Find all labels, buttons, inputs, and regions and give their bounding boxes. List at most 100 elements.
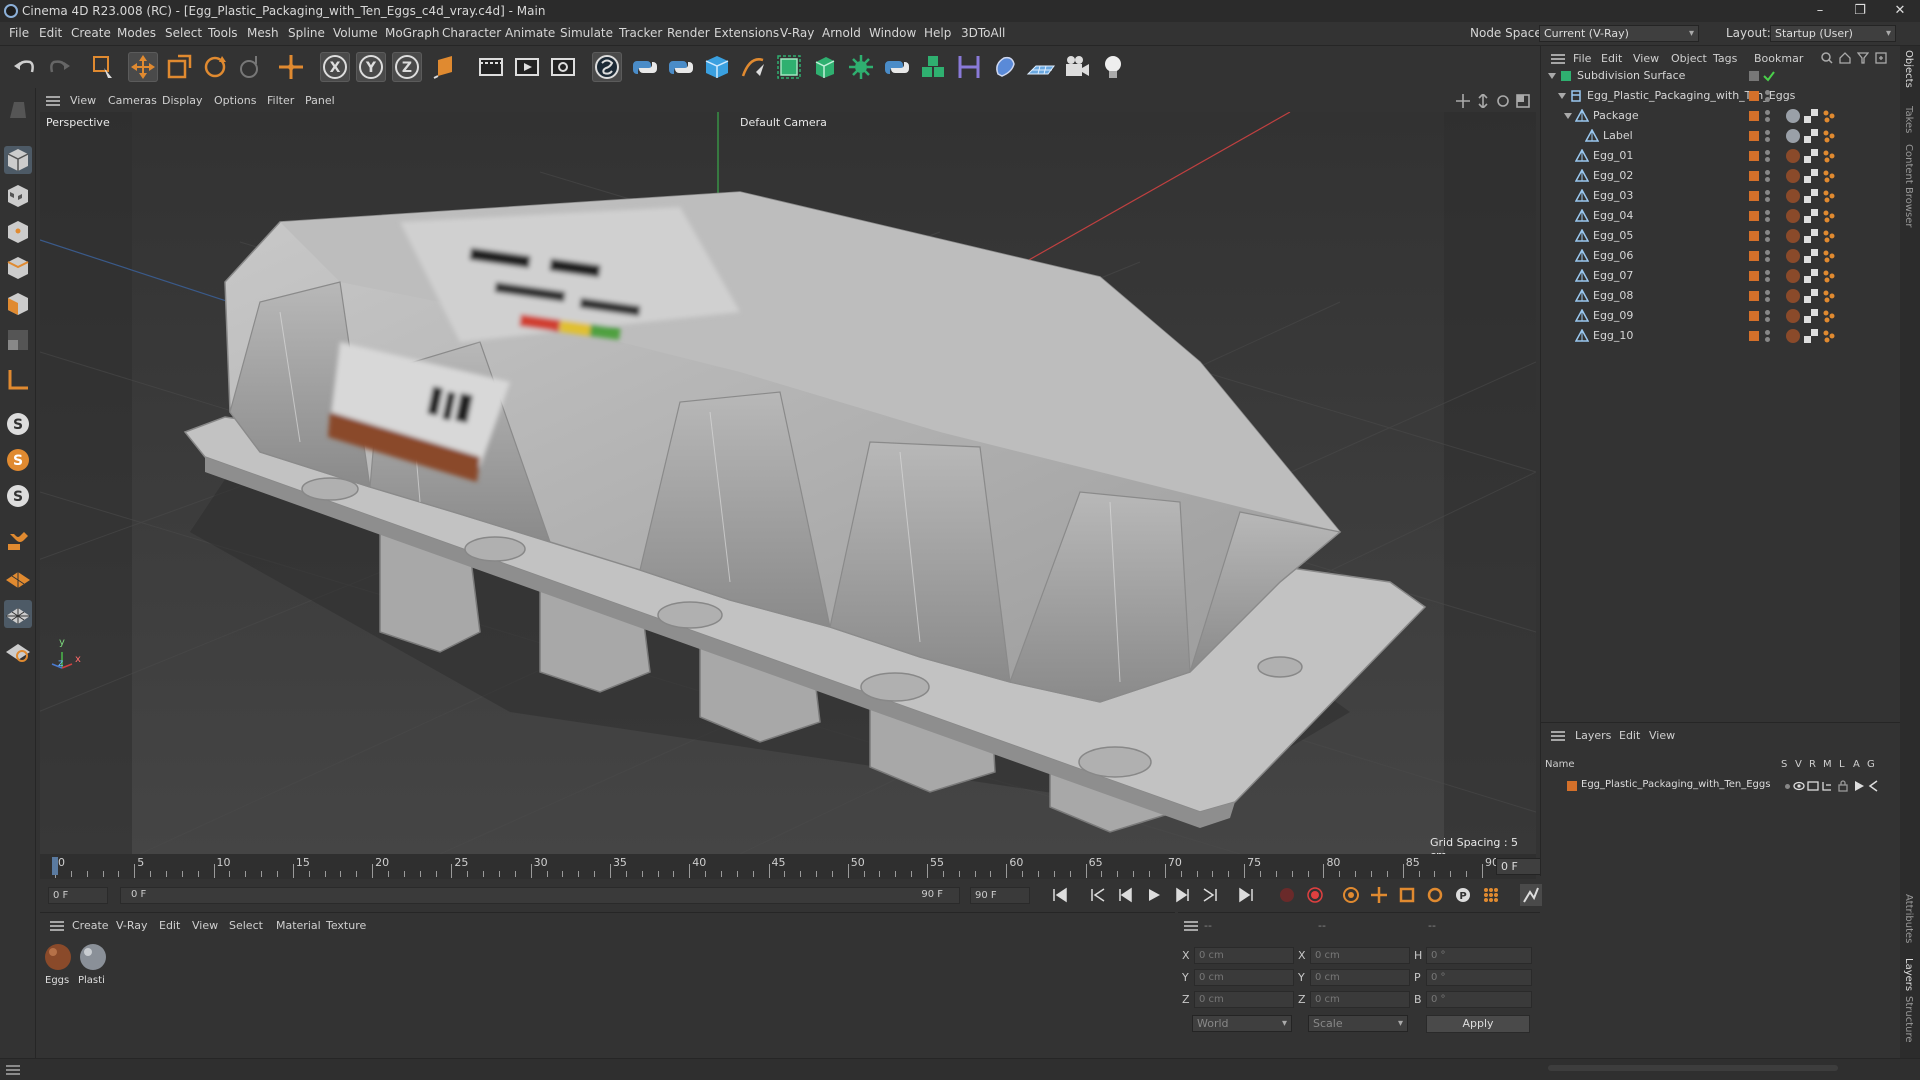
deformer-bend-icon[interactable]: [954, 52, 984, 82]
material-tag-icon[interactable]: [1785, 328, 1801, 344]
rotation-p-field[interactable]: 0 °: [1426, 969, 1532, 986]
panel-menu-icon[interactable]: [46, 96, 60, 106]
close-button[interactable]: ✕: [1880, 0, 1920, 22]
menu-3dtoall[interactable]: 3DToAll: [961, 26, 1005, 40]
rotate-view-icon[interactable]: [1496, 94, 1510, 108]
go-to-end-icon[interactable]: [1238, 887, 1254, 903]
menu-character[interactable]: Character: [442, 26, 501, 40]
material-tag-icon[interactable]: [1785, 248, 1801, 264]
workplane-icon[interactable]: [4, 564, 32, 592]
scale-tool-icon[interactable]: [164, 52, 194, 82]
layers-menu-layers[interactable]: Layers: [1575, 729, 1611, 742]
material-menu-material[interactable]: Material: [276, 919, 321, 932]
object-row[interactable]: Egg_04: [1541, 206, 1901, 226]
rotation-b-field[interactable]: 0 °: [1426, 991, 1532, 1008]
editor-visibility-dot[interactable]: [1765, 150, 1770, 155]
render-picture-viewer-icon[interactable]: [512, 52, 542, 82]
status-menu-icon[interactable]: [6, 1065, 20, 1075]
viewport-camera-name[interactable]: Default Camera: [740, 116, 827, 129]
material-tag-icon[interactable]: [1785, 228, 1801, 244]
render-visibility-dot[interactable]: [1765, 137, 1770, 142]
field-icon[interactable]: [990, 52, 1020, 82]
point-level-animation-icon[interactable]: [1482, 886, 1500, 904]
layer-color-swatch[interactable]: [1749, 111, 1759, 121]
position-x-field[interactable]: 0 cm: [1194, 947, 1294, 964]
collapse-arrow-icon[interactable]: [1547, 71, 1557, 81]
coordinate-system-icon[interactable]: [430, 52, 460, 82]
uvw-tag-icon[interactable]: [1803, 308, 1819, 324]
object-menu-object[interactable]: Object: [1671, 52, 1707, 65]
search-icon[interactable]: [1821, 52, 1833, 64]
editor-visibility-dot[interactable]: [1765, 230, 1770, 235]
scale-key-icon[interactable]: [1398, 886, 1416, 904]
previous-key-icon[interactable]: [1090, 887, 1106, 903]
viewport-menu-view[interactable]: View: [70, 94, 96, 107]
uvw-tag-icon[interactable]: [1803, 248, 1819, 264]
menu-help[interactable]: Help: [924, 26, 951, 40]
previous-frame-icon[interactable]: [1118, 887, 1134, 903]
render-visibility-dot[interactable]: [1765, 337, 1770, 342]
locked-workplane-icon[interactable]: [4, 636, 32, 664]
start-frame-field[interactable]: 0 F: [48, 887, 108, 904]
menu-extensions[interactable]: Extensions: [714, 26, 779, 40]
menu-edit[interactable]: Edit: [39, 26, 62, 40]
snap-settings-icon[interactable]: S: [4, 446, 32, 474]
edges-mode-icon[interactable]: [4, 254, 32, 282]
material-menu-texture[interactable]: Texture: [326, 919, 366, 932]
viewport-menu-panel[interactable]: Panel: [305, 94, 335, 107]
object-row[interactable]: Egg_06: [1541, 246, 1901, 266]
object-row[interactable]: Egg_02: [1541, 166, 1901, 186]
render-settings-icon[interactable]: [548, 52, 578, 82]
transform-tool-icon[interactable]: [276, 52, 306, 82]
material-eggs[interactable]: Eggs: [42, 941, 74, 991]
menu-arnold[interactable]: Arnold: [822, 26, 861, 40]
editor-visibility-dot[interactable]: [1765, 90, 1770, 95]
object-row[interactable]: Package: [1541, 106, 1901, 126]
layers-menu-view[interactable]: View: [1649, 729, 1675, 742]
tab-content-browser[interactable]: Content Browser: [1903, 144, 1914, 227]
tab-layers[interactable]: Layers: [1903, 958, 1914, 991]
uvw-tag-icon[interactable]: [1803, 168, 1819, 184]
menu-create[interactable]: Create: [71, 26, 111, 40]
motion-system-icon[interactable]: [1520, 884, 1542, 906]
floor-environment-icon[interactable]: [1026, 52, 1056, 82]
tab-objects[interactable]: Objects: [1903, 50, 1914, 88]
layer-solo-toggle[interactable]: [1785, 784, 1790, 789]
editor-visibility-dot[interactable]: [1765, 170, 1770, 175]
layer-color-swatch[interactable]: [1749, 91, 1759, 101]
axis-mode-icon[interactable]: [4, 366, 32, 394]
object-row-egg-packaging[interactable]: Egg_Plastic_Packaging_with_Ten_Eggs: [1541, 86, 1901, 106]
pen-spline-icon[interactable]: [738, 52, 768, 82]
recent-tool-icon[interactable]: [236, 52, 266, 82]
frame-range-slider[interactable]: 0 F 90 F: [120, 887, 960, 904]
material-tag-icon[interactable]: [1785, 208, 1801, 224]
editor-visibility-dot[interactable]: [1765, 190, 1770, 195]
render-visibility-dot[interactable]: [1765, 177, 1770, 182]
editor-visibility-dot[interactable]: [1765, 290, 1770, 295]
render-visibility-dot[interactable]: [1765, 257, 1770, 262]
z-axis-lock-icon[interactable]: Z: [392, 52, 422, 82]
viewport-menu-filter[interactable]: Filter: [267, 94, 294, 107]
workplane-snap-icon[interactable]: S: [4, 482, 32, 510]
phong-tag-icon[interactable]: [1821, 128, 1837, 144]
size-y-field[interactable]: 0 cm: [1310, 969, 1410, 986]
material-menu-edit[interactable]: Edit: [159, 919, 180, 932]
layer-color-swatch[interactable]: [1749, 271, 1759, 281]
coordinate-scale-select[interactable]: Scale: [1308, 1015, 1408, 1032]
layer-color-swatch[interactable]: [1749, 331, 1759, 341]
collapse-arrow-icon[interactable]: [1563, 111, 1573, 121]
size-x-field[interactable]: 0 cm: [1310, 947, 1410, 964]
material-menu-view[interactable]: View: [192, 919, 218, 932]
render-visibility-dot[interactable]: [1765, 317, 1770, 322]
material-tag-icon[interactable]: [1785, 128, 1801, 144]
vray-logo-icon[interactable]: [592, 52, 622, 82]
object-manager-scrollbar[interactable]: [1548, 1065, 1838, 1071]
material-tag-icon[interactable]: [1785, 268, 1801, 284]
object-row[interactable]: Egg_07: [1541, 266, 1901, 286]
coordinate-mode-select[interactable]: World: [1192, 1015, 1292, 1032]
render-icon[interactable]: [1807, 780, 1819, 792]
render-visibility-dot[interactable]: [1765, 117, 1770, 122]
layer-color-swatch[interactable]: [1567, 781, 1577, 791]
phong-tag-icon[interactable]: [1821, 268, 1837, 284]
live-selection-icon[interactable]: [88, 52, 118, 82]
